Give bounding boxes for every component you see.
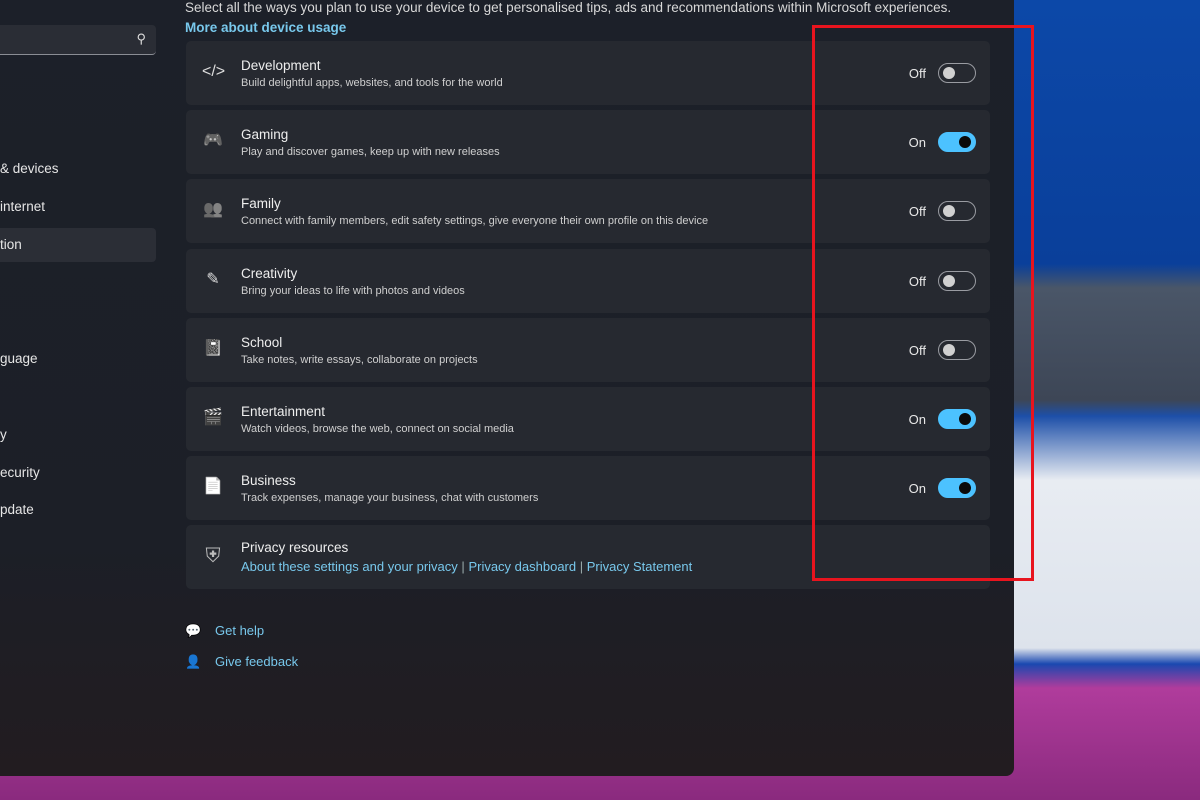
sidebar-item[interactable]: & devices: [0, 152, 156, 186]
document-icon: 📄: [203, 478, 223, 496]
card-title: Creativity: [241, 265, 298, 281]
search-input[interactable]: ⚲: [0, 25, 156, 55]
sidebar-item[interactable]: internet: [0, 190, 156, 224]
card-description: Play and discover games, keep up with ne…: [241, 146, 500, 159]
clapperboard-icon: 🎬: [203, 409, 223, 426]
privacy-links: About these settings and your privacy | …: [241, 559, 693, 574]
card-title: Entertainment: [241, 404, 326, 419]
more-about-device-usage-link[interactable]: More about device usage: [185, 20, 346, 35]
card-description: Watch videos, browse the web, connect on…: [241, 423, 514, 435]
card-description: Build delightful apps, websites, and too…: [241, 77, 503, 89]
notebook-icon: 📓: [203, 339, 223, 357]
code-icon: </>: [202, 63, 226, 80]
sidebar-item[interactable]: y: [0, 418, 156, 452]
sidebar-item[interactable]: guage: [0, 342, 156, 376]
card-description: Bring your ideas to life with photos and…: [241, 284, 465, 297]
privacy-title: Privacy resources: [241, 540, 349, 555]
search-icon: ⚲: [136, 31, 146, 46]
sidebar-item[interactable]: tion: [0, 228, 156, 262]
family-icon: 👥: [203, 201, 223, 219]
card-description: Connect with family members, edit safety…: [241, 215, 709, 228]
sidebar-item[interactable]: pdate: [0, 493, 156, 527]
give-feedback-link[interactable]: 👤 Give feedback: [185, 654, 298, 670]
help-icon: 💬: [185, 623, 202, 638]
privacy-dashboard-link[interactable]: Privacy dashboard: [468, 559, 576, 574]
shield-icon: ⛨: [205, 545, 221, 567]
card-description: Track expenses, manage your business, ch…: [241, 492, 539, 505]
sidebar-item[interactable]: ecurity: [0, 456, 156, 490]
card-description: Take notes, write essays, collaborate on…: [241, 353, 478, 366]
privacy-statement-link[interactable]: Privacy Statement: [587, 559, 693, 574]
card-title: Development: [241, 58, 321, 73]
feedback-icon: 👤: [185, 654, 202, 669]
card-title: School: [241, 334, 283, 350]
get-help-link[interactable]: 💬 Get help: [185, 623, 264, 639]
highlight-annotation: [812, 25, 1034, 581]
gamepad-icon: 🎮: [203, 132, 223, 150]
card-title: Business: [241, 473, 296, 489]
pen-ruler-icon: ✎: [206, 270, 220, 288]
about-settings-link[interactable]: About these settings and your privacy: [241, 559, 458, 574]
card-title: Gaming: [241, 127, 289, 143]
card-title: Family: [241, 196, 281, 212]
